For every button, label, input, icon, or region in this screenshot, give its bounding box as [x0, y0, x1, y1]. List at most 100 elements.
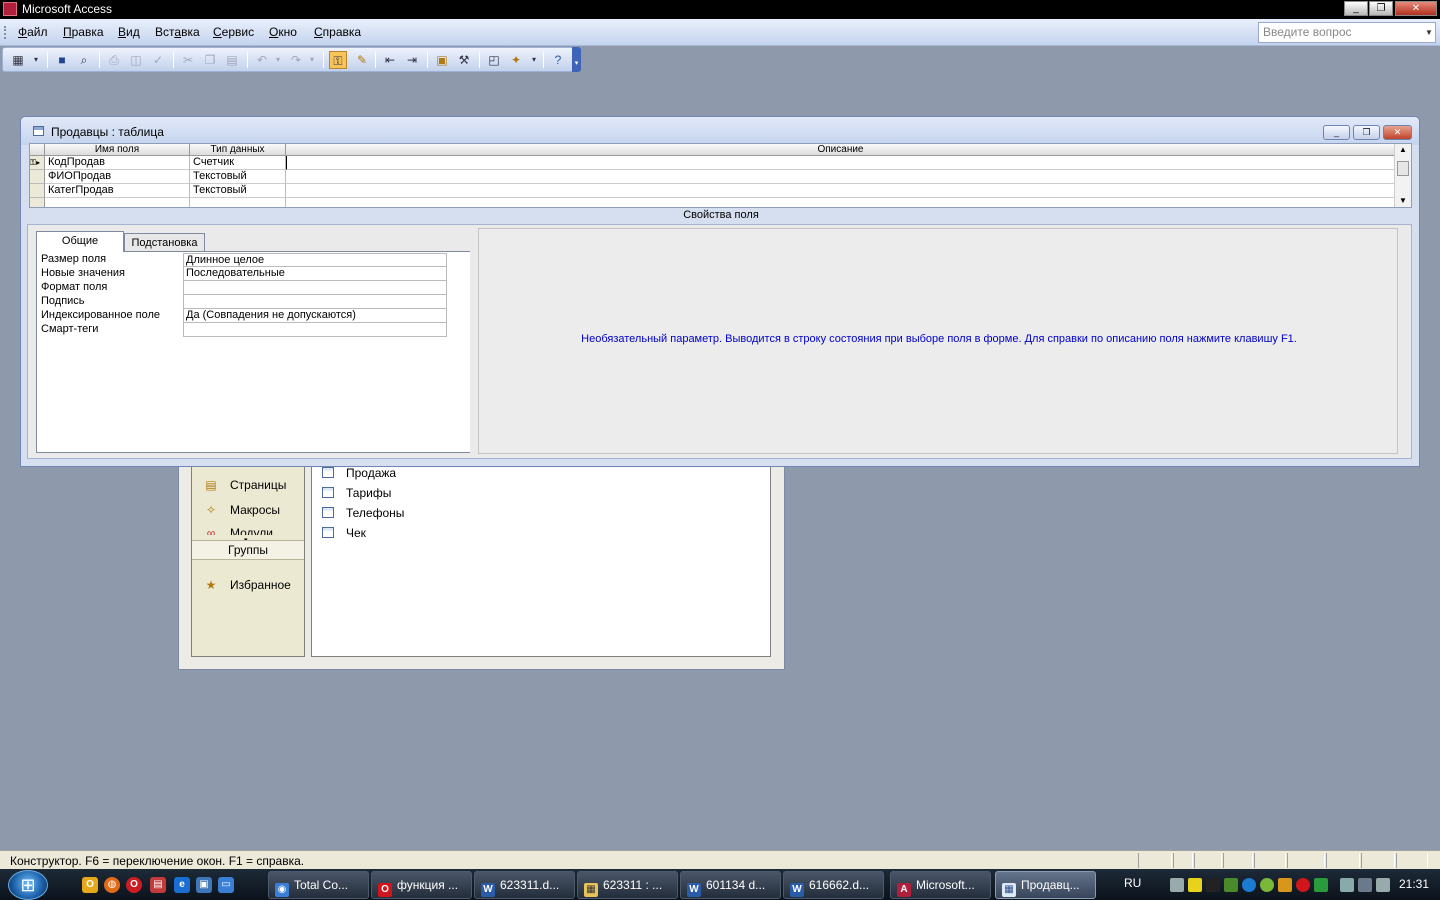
taskbar-item-active[interactable]: ▦ Продавц... [995, 871, 1096, 899]
new-object-icon[interactable]: ✦ [507, 51, 525, 69]
description-cell[interactable] [286, 170, 1396, 184]
property-value[interactable] [183, 323, 447, 337]
skype-icon[interactable] [1242, 878, 1256, 892]
printer-icon[interactable] [1170, 878, 1184, 892]
redo-dropdown-icon[interactable]: ▾ [303, 51, 321, 69]
ask-question-input[interactable]: Введите вопрос ▼ [1258, 22, 1436, 43]
taskbar-item[interactable]: W 623311.d... [474, 871, 575, 899]
cut-icon[interactable]: ✂ [179, 51, 197, 69]
table-row[interactable]: Текстовый [190, 184, 286, 198]
build-icon[interactable]: ✎ [353, 51, 371, 69]
properties-scrollbar[interactable] [459, 252, 470, 452]
clock[interactable]: 21:31 [1399, 877, 1429, 891]
tray-app-icon[interactable] [1314, 878, 1328, 892]
column-header-field-name[interactable]: Имя поля [45, 144, 190, 156]
menu-edit[interactable]: Правка [63, 25, 104, 39]
row-selector[interactable] [30, 170, 45, 184]
table-row[interactable] [286, 198, 1396, 207]
list-item[interactable]: Телефоны [322, 506, 404, 520]
column-header-data-type[interactable]: Тип данных [190, 144, 286, 156]
property-row[interactable]: Формат поля [37, 281, 447, 295]
properties-icon[interactable]: ▣ [433, 51, 451, 69]
tray-app-icon[interactable] [1260, 878, 1274, 892]
primary-key-icon[interactable]: ⚿ [329, 51, 347, 69]
network-icon[interactable] [1340, 878, 1354, 892]
restore-button[interactable]: ❐ [1369, 1, 1393, 16]
menu-view[interactable]: Вид [118, 25, 140, 39]
menu-help[interactable]: Справка [314, 25, 361, 39]
menu-file[interactable]: Файл [18, 25, 48, 39]
table-row[interactable]: КодПродав [45, 156, 190, 170]
property-value[interactable]: Длинное целое [183, 253, 447, 267]
list-item[interactable]: Продажа [322, 466, 396, 480]
menu-insert[interactable]: Вставка [155, 25, 200, 39]
new-object-dropdown-icon[interactable]: ▾ [525, 51, 543, 69]
table-row[interactable] [45, 198, 190, 207]
taskbar-item[interactable]: ▦ 623311 : ... [577, 871, 678, 899]
property-value[interactable]: Последовательные [183, 267, 447, 281]
primary-key-row-selector[interactable]: ⚿▸ [30, 156, 45, 170]
minimize-button[interactable]: _ [1344, 1, 1368, 16]
tray-app-icon[interactable] [1188, 878, 1202, 892]
group-favorites[interactable]: ★ Избранное [204, 578, 291, 592]
property-row[interactable]: Подпись [37, 295, 447, 309]
taskbar-item[interactable]: W 616662.d... [783, 871, 884, 899]
paste-icon[interactable]: ▤ [223, 51, 241, 69]
list-item[interactable]: Тарифы [322, 486, 391, 500]
quicklaunch-opera-icon[interactable]: O [126, 877, 142, 893]
volume-icon[interactable] [1376, 878, 1390, 892]
taskbar-item[interactable]: Oфункция ... [371, 871, 472, 899]
row-selector[interactable] [30, 184, 45, 198]
list-item[interactable]: Чек [322, 526, 366, 540]
tab-lookup[interactable]: Подстановка [124, 233, 205, 252]
table-window-caption[interactable]: Продавцы : таблица _ ❐ ✕ [21, 117, 1419, 145]
scroll-down-icon[interactable]: ▼ [1395, 196, 1411, 205]
object-modules[interactable]: ∞ Модули [204, 526, 273, 535]
view-icon[interactable]: ▦ [9, 51, 27, 69]
property-value[interactable] [183, 281, 447, 295]
quicklaunch-ie-icon[interactable]: e [174, 877, 190, 893]
search-file-icon[interactable]: ⌕ [75, 51, 93, 69]
quicklaunch-folder-icon[interactable]: O [82, 877, 98, 893]
table-row[interactable]: Текстовый [190, 170, 286, 184]
table-row[interactable]: КатегПродав [45, 184, 190, 198]
database-window-icon[interactable]: ◰ [485, 51, 503, 69]
taskbar-item[interactable]: A Microsoft... [890, 871, 991, 899]
table-minimize-button[interactable]: _ [1323, 125, 1350, 140]
scroll-thumb[interactable] [1397, 161, 1409, 176]
tray-app-icon[interactable] [1224, 878, 1238, 892]
row-selector[interactable] [30, 198, 45, 207]
column-header-description[interactable]: Описание [286, 144, 1396, 156]
start-button[interactable]: ⊞ [8, 870, 48, 900]
table-close-button[interactable]: ✕ [1383, 125, 1412, 140]
tray-app-icon[interactable] [1206, 878, 1220, 892]
menu-grip[interactable] [4, 26, 7, 39]
groups-header[interactable]: Группы [192, 540, 304, 560]
view-dropdown-icon[interactable]: ▾ [27, 51, 45, 69]
property-row[interactable]: Индексированное поле Да (Совпадения не до… [37, 309, 447, 323]
tray-app-icon[interactable] [1278, 878, 1292, 892]
table-row[interactable]: Счетчик [190, 156, 286, 170]
object-macros[interactable]: ✧ Макросы [204, 503, 280, 517]
property-row[interactable]: Смарт-теги [37, 323, 447, 337]
taskbar-item[interactable]: W 601134 d... [680, 871, 781, 899]
property-value[interactable]: Да (Совпадения не допускаются) [183, 309, 447, 323]
quicklaunch-app-icon[interactable]: ▤ [150, 877, 166, 893]
toolbar-options-icon[interactable]: ▾ [572, 47, 581, 72]
copy-icon[interactable]: ❐ [201, 51, 219, 69]
table-row[interactable]: ФИОПродав [45, 170, 190, 184]
print-preview-icon[interactable]: ◫ [127, 51, 145, 69]
grid-corner[interactable] [30, 144, 45, 156]
opera-tray-icon[interactable] [1296, 878, 1310, 892]
description-cell[interactable] [286, 184, 1396, 198]
menu-window[interactable]: Окно [269, 25, 297, 39]
quicklaunch-network-icon[interactable]: ▣ [196, 877, 212, 893]
property-value[interactable] [183, 295, 447, 309]
scroll-up-icon[interactable]: ▲ [1395, 145, 1411, 154]
build-wand-icon[interactable]: ⚒ [455, 51, 473, 69]
help-icon[interactable]: ? [549, 51, 567, 69]
grid-scrollbar[interactable]: ▲ ▼ [1394, 144, 1411, 207]
object-pages[interactable]: ▤ Страницы [204, 478, 286, 492]
taskbar-item[interactable]: ◉ Total Co... [268, 871, 369, 899]
power-icon[interactable] [1358, 878, 1372, 892]
